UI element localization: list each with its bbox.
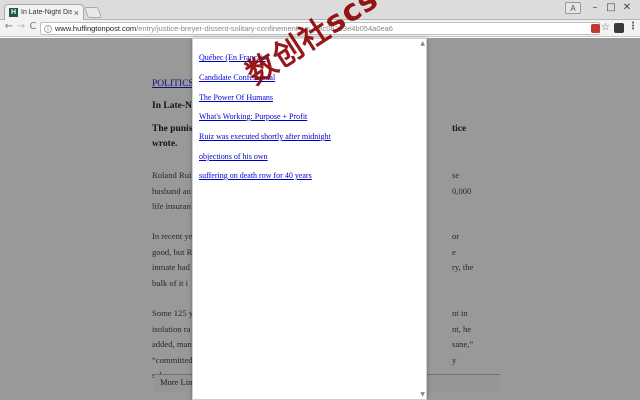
- back-icon[interactable]: ←: [3, 21, 15, 32]
- popup-link[interactable]: suffering on death row for 40 years: [199, 171, 312, 180]
- popup-link[interactable]: objections of his own: [199, 152, 268, 161]
- minimize-icon[interactable]: –: [588, 2, 602, 13]
- menu-icon[interactable]: ⋮: [628, 21, 638, 32]
- reload-icon[interactable]: C: [27, 21, 39, 32]
- link-popup-panel: Québec (En Français) Candidate Confessio…: [192, 38, 427, 400]
- extension-icon[interactable]: [591, 24, 600, 33]
- page-info-icon[interactable]: i: [44, 24, 52, 33]
- browser-tab[interactable]: H In Late-Night Dissen ×: [4, 4, 84, 20]
- new-tab-button[interactable]: [83, 7, 103, 18]
- maximize-icon[interactable]: □: [604, 2, 618, 13]
- popup-link[interactable]: Ruiz was executed shortly after midnight: [199, 132, 331, 141]
- profile-button[interactable]: A: [565, 2, 581, 14]
- popup-link[interactable]: What's Working: Purpose + Profit: [199, 112, 307, 121]
- scroll-down-icon[interactable]: ▼: [420, 391, 425, 398]
- popup-scrollbar[interactable]: ▲ ▼: [419, 39, 426, 399]
- extension-icon[interactable]: [614, 23, 624, 33]
- close-window-icon[interactable]: ✕: [620, 2, 634, 13]
- tab-title: In Late-Night Dissen: [21, 9, 72, 16]
- forward-icon[interactable]: →: [15, 21, 27, 32]
- tab-favicon-icon: H: [9, 8, 18, 17]
- tab-close-icon[interactable]: ×: [74, 8, 79, 18]
- scroll-up-icon[interactable]: ▲: [420, 40, 425, 47]
- url-host: www.huffingtonpost.com: [55, 24, 137, 33]
- bookmark-star-icon[interactable]: ☆: [601, 22, 610, 33]
